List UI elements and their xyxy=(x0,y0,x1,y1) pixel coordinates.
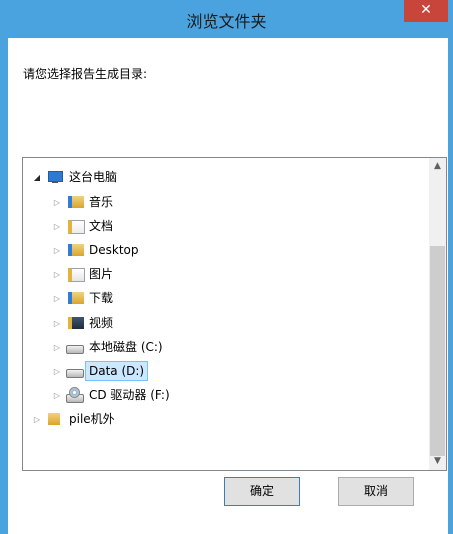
tree-item-drive-d[interactable]: ▷ Data (D:) xyxy=(51,360,149,382)
tree-item-label: Desktop xyxy=(89,243,139,257)
pictures-folder-icon xyxy=(65,266,85,282)
scroll-down-icon[interactable]: ▼ xyxy=(429,453,446,470)
tree-item-label: 这台电脑 xyxy=(69,170,118,184)
tree-item-label: 下载 xyxy=(89,291,114,305)
downloads-folder-icon xyxy=(65,290,84,306)
collapse-arrow-icon[interactable]: ◢ xyxy=(31,173,43,182)
expand-arrow-icon[interactable]: ▷ xyxy=(51,343,63,352)
expand-arrow-icon[interactable]: ▷ xyxy=(51,294,63,303)
close-button[interactable]: ✕ xyxy=(404,0,448,22)
cancel-button[interactable]: 取消 xyxy=(338,477,414,506)
folder-tree[interactable]: ◢ 这台电脑 ▷ 音乐 ▷ 文档 ▷ Desktop ▷ 图片 ▷ 下载 ▷ 视… xyxy=(22,157,447,471)
music-folder-icon xyxy=(65,194,84,210)
tree-item-label: pile机外 xyxy=(69,412,115,426)
tree-item-label: 音乐 xyxy=(89,195,114,209)
expand-arrow-icon[interactable]: ▷ xyxy=(51,222,63,231)
expand-arrow-icon[interactable]: ▷ xyxy=(31,415,43,424)
tree-item-documents[interactable]: ▷ 文档 xyxy=(51,215,116,237)
tree-item-label: 图片 xyxy=(89,267,114,281)
tree-item-label: Data (D:) xyxy=(84,361,149,381)
tree-item-videos[interactable]: ▷ 视频 xyxy=(51,312,116,334)
tree-item-drive-c[interactable]: ▷ 本地磁盘 (C:) xyxy=(51,336,166,358)
window-title: 浏览文件夹 xyxy=(186,12,267,31)
expand-arrow-icon[interactable]: ▷ xyxy=(51,391,63,400)
tree-item-label: 本地磁盘 (C:) xyxy=(89,340,163,354)
scroll-up-icon[interactable]: ▲ xyxy=(429,158,446,175)
documents-folder-icon xyxy=(65,218,85,234)
computer-icon xyxy=(45,169,63,185)
expand-arrow-icon[interactable]: ▷ xyxy=(51,198,63,207)
title-bar[interactable]: 浏览文件夹 ✕ xyxy=(0,0,453,38)
tree-item-label: CD 驱动器 (F:) xyxy=(89,388,170,402)
cd-drive-icon xyxy=(65,387,84,403)
tree-item-this-pc[interactable]: ◢ 这台电脑 xyxy=(31,166,120,188)
tree-item-pictures[interactable]: ▷ 图片 xyxy=(51,263,116,285)
ok-button[interactable]: 确定 xyxy=(224,477,300,506)
tree-item-desktop[interactable]: ▷ Desktop xyxy=(51,239,142,261)
browse-folder-dialog: 浏览文件夹 ✕ 请您选择报告生成目录: ◢ 这台电脑 ▷ 音乐 ▷ 文档 ▷ D… xyxy=(0,0,453,534)
prompt-label: 请您选择报告生成目录: xyxy=(23,67,148,81)
expand-arrow-icon[interactable]: ▷ xyxy=(51,319,63,328)
expand-arrow-icon[interactable]: ▷ xyxy=(51,367,63,376)
tree-item-music[interactable]: ▷ 音乐 xyxy=(51,191,116,213)
scroll-thumb[interactable] xyxy=(430,246,445,456)
tree-item-cd-drive-f[interactable]: ▷ CD 驱动器 (F:) xyxy=(51,384,173,406)
expand-arrow-icon[interactable]: ▷ xyxy=(51,246,63,255)
tree-item-pile[interactable]: ▷ pile机外 xyxy=(31,408,118,430)
vertical-scrollbar[interactable]: ▲ ▼ xyxy=(429,158,446,470)
folder-icon xyxy=(45,411,63,427)
tree-item-label: 文档 xyxy=(89,219,114,233)
desktop-folder-icon xyxy=(65,242,84,258)
dialog-body: 请您选择报告生成目录: ◢ 这台电脑 ▷ 音乐 ▷ 文档 ▷ Desktop ▷… xyxy=(8,38,448,534)
tree-item-downloads[interactable]: ▷ 下载 xyxy=(51,287,116,309)
tree-item-label: 视频 xyxy=(89,316,114,330)
expand-arrow-icon[interactable]: ▷ xyxy=(51,270,63,279)
drive-icon xyxy=(65,339,84,355)
videos-folder-icon xyxy=(65,315,84,331)
drive-icon xyxy=(65,363,84,379)
